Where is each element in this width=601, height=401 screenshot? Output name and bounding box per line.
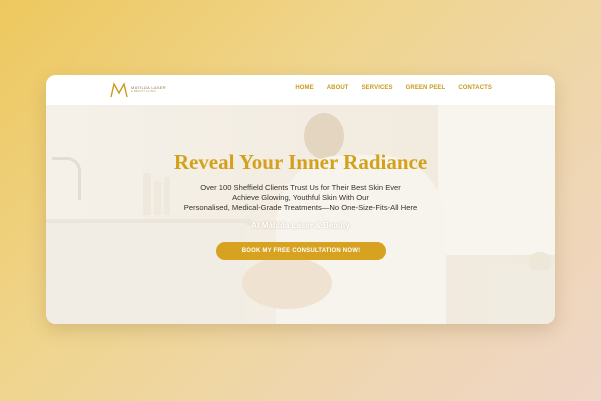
nav-menu: HOME ABOUT SERVICES GREEN PEEL CONTACTS <box>295 85 492 91</box>
hero-subtitle: Over 100 Sheffield Clients Trust Us for … <box>46 183 555 213</box>
hero-subtitle-line: Achieve Glowing, Youthful Skin With Our <box>232 193 369 202</box>
book-consultation-button[interactable]: BOOK MY FREE CONSULTATION NOW! <box>216 242 386 260</box>
nav-about[interactable]: ABOUT <box>327 85 349 91</box>
hero-section: Reveal Your Inner Radiance Over 100 Shef… <box>46 105 555 324</box>
website-card: MATILDA LASER & BEAUTY CLINIC HOME ABOUT… <box>46 75 555 324</box>
hero-title: Reveal Your Inner Radiance <box>173 150 428 174</box>
hero-subtitle-line: Over 100 Sheffield Clients Trust Us for … <box>200 183 401 192</box>
hero-subtitle-line: Personalised, Medical-Grade Treatments—N… <box>183 203 418 212</box>
nav-services[interactable]: SERVICES <box>362 85 393 91</box>
hero-overlay <box>46 105 555 324</box>
top-nav: MATILDA LASER & BEAUTY CLINIC HOME ABOUT… <box>46 75 555 105</box>
nav-home[interactable]: HOME <box>295 85 313 91</box>
nav-green-peel[interactable]: GREEN PEEL <box>406 85 446 91</box>
nav-contacts[interactable]: CONTACTS <box>458 85 492 91</box>
brand-logo[interactable]: MATILDA LASER & BEAUTY CLINIC <box>110 82 166 98</box>
logo-m-icon <box>110 82 128 98</box>
brand-subtitle: & BEAUTY CLINIC <box>131 90 157 94</box>
hero-tagline: At Matilda Laser & Beauty <box>251 221 350 230</box>
